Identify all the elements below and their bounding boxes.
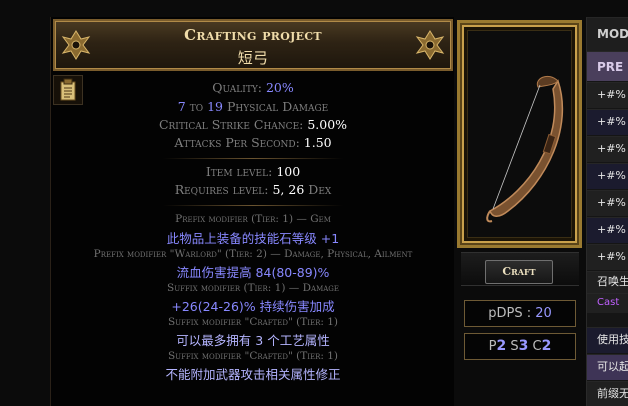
mod-list-item[interactable]: 前缀无 [587,381,628,406]
mod-list-item-sub: Cast [587,293,628,313]
craft-button[interactable]: Craft [485,260,553,284]
mod-header: Suffix modifier (Tier: 1) — Damage [167,282,339,294]
separator [163,158,343,159]
aps-label: Attacks Per Second: [174,135,300,150]
damage-label: Physical Damage [226,99,329,114]
mod-list-panel: MOD PRE +#% +#% +#% +#% +#% +#% +#% 召唤生 … [586,17,628,406]
crit-value: 5.00% [307,117,348,132]
required-dex: 26 [288,182,305,197]
required-level: 5, [272,182,285,197]
mod-list-item[interactable]: 使用技 [587,327,628,353]
mod-text: +26(24-26)% 持续伤害加成 [171,299,335,314]
item-level-value: 100 [276,164,301,179]
mod-list-item[interactable]: +#% [587,217,628,243]
mod-list-item[interactable]: +#% [587,163,628,189]
header-wing-icon [415,30,445,60]
crit-line: Critical Strike Chance: 5.00% [51,117,455,132]
item-level-line: Item level: 100 [51,164,455,179]
mod-list-item[interactable]: 召唤生 [587,271,628,293]
mod-list-item[interactable]: 可以起 [587,354,628,380]
aps-line: Attacks Per Second: 1.50 [51,135,455,150]
requires-label: Requires level: [174,182,269,197]
mod-header: Suffix modifier "Crafted" (Tier: 1) [167,316,339,328]
crafted-count-label: C [532,339,542,354]
item-base-type: 短弓 [237,49,269,67]
prefix-count: 2 [496,338,507,354]
damage-to: to [189,99,204,114]
mod-list-header: MOD [587,17,628,51]
mod-text: 不能附加武器攻击相关属性修正 [165,367,341,382]
crafted-count: 2 [541,338,552,354]
quality-line: Quality: 20% [51,80,455,95]
mod-text: 流血伤害提高 84(80-89)% [176,265,330,280]
pdps-display: pDPS : 20 [464,300,576,327]
tooltip-header: Crafting project 短弓 [53,19,453,71]
mod-header: Prefix modifier (Tier: 1) — Gem [175,213,331,225]
requirements-line: Requires level: 5, 26 Dex [51,182,455,197]
mod-header: Prefix modifier "Warlord" (Tier: 2) — Da… [93,248,413,260]
damage-max: 19 [207,99,223,114]
quality-label: Quality: [212,80,262,95]
item-name: Crafting project [184,26,322,44]
affix-count-display: P2 S3 C2 [464,333,576,360]
suffix-count-label: S [510,339,519,354]
quality-value: 20% [265,80,294,95]
pdps-label: pDPS : [488,306,532,321]
item-image-frame [457,20,582,248]
tab-prefix[interactable]: PRE [587,51,628,81]
mod-list-item[interactable]: +#% [587,82,628,108]
physical-damage-line: 7 to 19 Physical Damage [51,99,455,114]
bow-icon [486,75,564,223]
separator [163,205,343,206]
mod-list-item[interactable]: +#% [587,190,628,216]
mod-list-item[interactable]: +#% [587,136,628,162]
item-level-label: Item level: [205,164,273,179]
mod-header: Suffix modifier "Crafted" (Tier: 1) [167,350,339,362]
pdps-value: 20 [535,306,552,321]
dex-label: Dex [308,182,332,197]
damage-min: 7 [177,99,186,114]
mod-list-item[interactable]: +#% [587,109,628,135]
item-image [467,30,572,238]
suffix-count: 3 [518,338,529,354]
aps-value: 1.50 [303,135,332,150]
mod-text: 此物品上装备的技能石等级 +1 [166,231,340,246]
mod-text: 可以最多拥有 3 个工艺属性 [176,333,330,348]
crit-label: Critical Strike Chance: [158,117,304,132]
item-tooltip: Crafting project 短弓 Quality: 20% 7 to 19… [50,17,454,406]
mod-list-item[interactable]: +#% [587,244,628,270]
